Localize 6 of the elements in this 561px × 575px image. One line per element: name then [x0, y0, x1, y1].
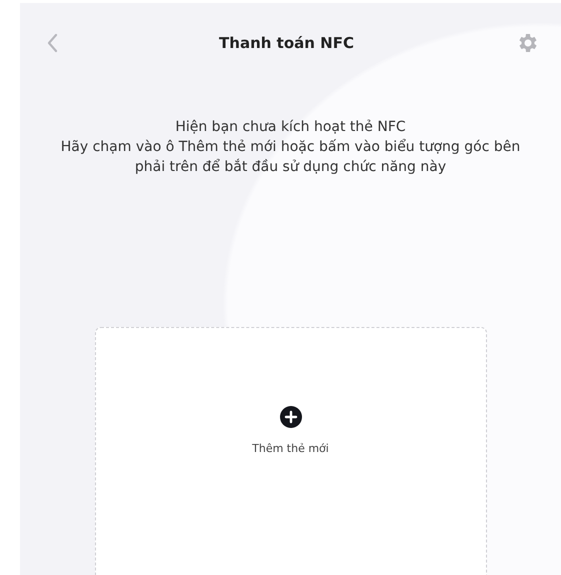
add-card-label: Thêm thẻ mới — [252, 442, 329, 455]
plus-icon — [280, 406, 302, 428]
info-text: Hiện bạn chưa kích hoạt thẻ NFC — [174, 118, 407, 137]
add-card-panel[interactable]: Thêm thẻ mới — [94, 327, 486, 575]
page-title: Thanh toán NFC — [219, 34, 354, 52]
info-text: Hãy chạm vào ô Thêm thẻ mới hoặc bấm vào biểu tượng góc bên phải trên để bắt đầu sử dụng chức năng này — [60, 138, 522, 177]
